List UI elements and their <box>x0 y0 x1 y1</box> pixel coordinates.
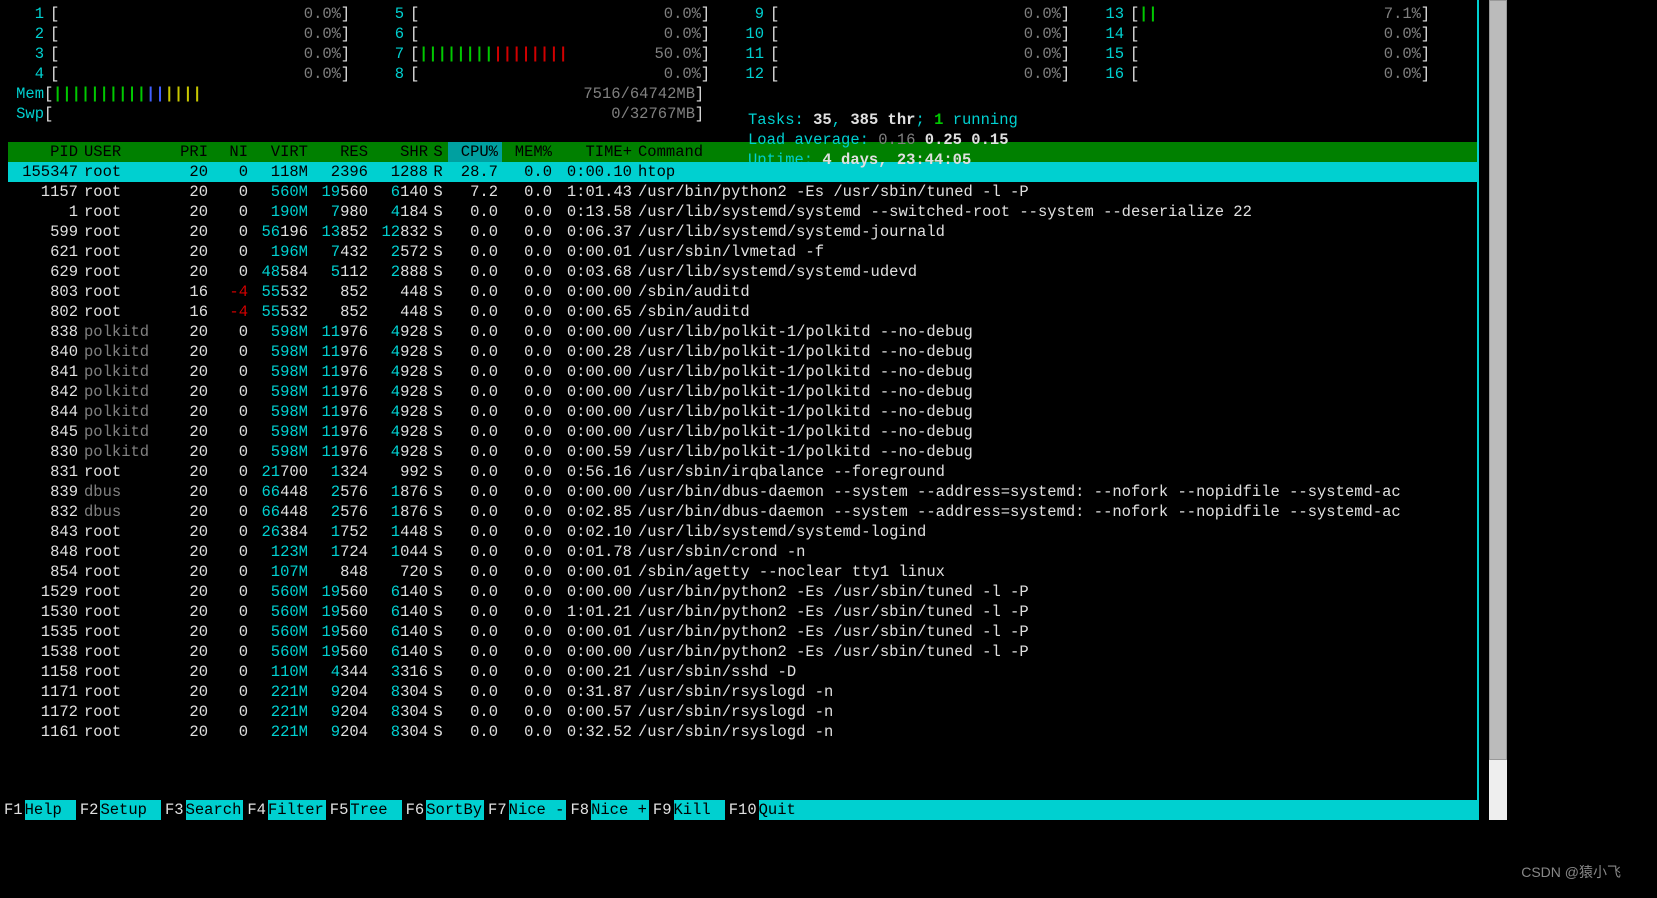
fkey-label-help[interactable]: Help <box>25 800 76 820</box>
mem-value: 7516/64742MB <box>583 84 695 104</box>
process-row[interactable]: 840polkitd200598M119764928S0.00.00:00.28… <box>8 342 1477 362</box>
fkey-F7: F7 <box>484 800 509 820</box>
fkey-label-nice[interactable]: Nice + <box>591 800 649 820</box>
swp-value: 0/32767MB <box>611 104 695 124</box>
fkey-label-nice[interactable]: Nice - <box>509 800 567 820</box>
cpu-meter-3: 3[0.0%] <box>8 44 368 64</box>
cpu-meter-12: 12[0.0%] <box>728 64 1088 84</box>
col-ni[interactable]: NI <box>208 142 248 162</box>
fkey-label-quit[interactable]: Quit <box>759 800 798 820</box>
process-row[interactable]: 621root200196M74322572S0.00.00:00.01/usr… <box>8 242 1477 262</box>
cpu-meter-15: 15[0.0%] <box>1088 44 1448 64</box>
cpu-meter-7: 7[||||||||||||||||50.0%] <box>368 44 728 64</box>
watermark: CSDN @猿小飞 <box>1521 862 1621 882</box>
process-row[interactable]: 842polkitd200598M119764928S0.00.00:00.00… <box>8 382 1477 402</box>
cpu-meter-9: 9[0.0%] <box>728 4 1088 24</box>
process-row[interactable]: 803root16-455532852448S0.00.00:00.00/sbi… <box>8 282 1477 302</box>
process-row[interactable]: 1161root200221M92048304S0.00.00:32.52/us… <box>8 722 1477 742</box>
fkey-F1: F1 <box>0 800 25 820</box>
process-row[interactable]: 1158root200110M43443316S0.00.00:00.21/us… <box>8 662 1477 682</box>
process-row[interactable]: 838polkitd200598M119764928S0.00.00:00.00… <box>8 322 1477 342</box>
cpu-meter-13: 13[||7.1%] <box>1088 4 1448 24</box>
cpu-meter-14: 14[0.0%] <box>1088 24 1448 44</box>
cpu-meter-5: 5[0.0%] <box>368 4 728 24</box>
process-row[interactable]: 845polkitd200598M119764928S0.00.00:00.00… <box>8 422 1477 442</box>
process-list[interactable]: 155347root200118M23961288R28.70.00:00.10… <box>8 162 1477 742</box>
fkey-label-search[interactable]: Search <box>186 800 244 820</box>
process-row[interactable]: 1529root200560M195606140S0.00.00:00.00/u… <box>8 582 1477 602</box>
memory-meter: Mem [ |||||||||||||||| 7516/64742MB ] <box>8 84 1477 104</box>
swp-bar: [ 0/32767MB ] <box>44 104 704 124</box>
process-row[interactable]: 1538root200560M195606140S0.00.00:00.00/u… <box>8 642 1477 662</box>
function-keys: F1HelpF2SetupF3SearchF4FilterF5TreeF6Sor… <box>0 800 1479 820</box>
fkey-label-filter[interactable]: Filter <box>268 800 326 820</box>
fkey-F3: F3 <box>161 800 186 820</box>
process-row[interactable]: 831root200217001324992S0.00.00:56.16/usr… <box>8 462 1477 482</box>
col-res[interactable]: RES <box>308 142 368 162</box>
fkey-F8: F8 <box>566 800 591 820</box>
col-time[interactable]: TIME+ <box>552 142 632 162</box>
process-row[interactable]: 155347root200118M23961288R28.70.00:00.10… <box>8 162 1477 182</box>
fkey-F10: F10 <box>725 800 759 820</box>
col-virt[interactable]: VIRT <box>248 142 308 162</box>
cpu-meter-2: 2[0.0%] <box>8 24 368 44</box>
cpu-meter-10: 10[0.0%] <box>728 24 1088 44</box>
process-row[interactable]: 848root200123M17241044S0.00.00:01.78/usr… <box>8 542 1477 562</box>
stats-block: Tasks: 35, 385 thr; 1 running Load avera… <box>748 110 1018 170</box>
fkey-F9: F9 <box>649 800 674 820</box>
uptime-line: Uptime: 4 days, 23:44:05 <box>748 150 1018 170</box>
fkey-label-tree[interactable]: Tree <box>350 800 401 820</box>
process-header[interactable]: PID USER PRI NI VIRT RES SHR S CPU% MEM%… <box>8 142 1477 162</box>
fkey-label-sortby[interactable]: SortBy <box>426 800 484 820</box>
load-line: Load average: 0.16 0.25 0.15 <box>748 130 1018 150</box>
process-row[interactable]: 830polkitd200598M119764928S0.00.00:00.59… <box>8 442 1477 462</box>
col-mem[interactable]: MEM% <box>502 142 552 162</box>
mem-bar: [ |||||||||||||||| 7516/64742MB ] <box>44 84 704 104</box>
cpu-meter-1: 1[0.0%] <box>8 4 368 24</box>
col-pri[interactable]: PRI <box>168 142 208 162</box>
process-row[interactable]: 599root200561961385212832S0.00.00:06.37/… <box>8 222 1477 242</box>
fkey-F2: F2 <box>76 800 101 820</box>
process-row[interactable]: 844polkitd200598M119764928S0.00.00:00.00… <box>8 402 1477 422</box>
process-row[interactable]: 1171root200221M92048304S0.00.00:31.87/us… <box>8 682 1477 702</box>
fkey-F5: F5 <box>326 800 351 820</box>
process-row[interactable]: 839dbus2006644825761876S0.00.00:00.00/us… <box>8 482 1477 502</box>
process-row[interactable]: 854root200107M848720S0.00.00:00.01/sbin/… <box>8 562 1477 582</box>
cpu-meter-16: 16[0.0%] <box>1088 64 1448 84</box>
tasks-line: Tasks: 35, 385 thr; 1 running <box>748 110 1018 130</box>
swap-meter: Swp [ 0/32767MB ] <box>8 104 1477 124</box>
fkey-label-kill[interactable]: Kill <box>674 800 725 820</box>
cpu-meter-8: 8[0.0%] <box>368 64 728 84</box>
process-row[interactable]: 629root2004858451122888S0.00.00:03.68/us… <box>8 262 1477 282</box>
cpu-meter-11: 11[0.0%] <box>728 44 1088 64</box>
htop-terminal: 1[0.0%]2[0.0%]3[0.0%]4[0.0%] 5[0.0%]6[0.0… <box>0 0 1479 820</box>
col-shr[interactable]: SHR <box>368 142 428 162</box>
process-row[interactable]: 843root2002638417521448S0.00.00:02.10/us… <box>8 522 1477 542</box>
process-row[interactable]: 802root16-455532852448S0.00.00:00.65/sbi… <box>8 302 1477 322</box>
cpu-meter-4: 4[0.0%] <box>8 64 368 84</box>
col-user[interactable]: USER <box>78 142 168 162</box>
fkey-label-setup[interactable]: Setup <box>100 800 161 820</box>
process-row[interactable]: 832dbus2006644825761876S0.00.00:02.85/us… <box>8 502 1477 522</box>
mem-label: Mem <box>8 84 44 104</box>
process-row[interactable]: 1root200190M79804184S0.00.00:13.58/usr/l… <box>8 202 1477 222</box>
process-row[interactable]: 1535root200560M195606140S0.00.00:00.01/u… <box>8 622 1477 642</box>
process-row[interactable]: 841polkitd200598M119764928S0.00.00:00.00… <box>8 362 1477 382</box>
col-pid[interactable]: PID <box>8 142 78 162</box>
cpu-meter-6: 6[0.0%] <box>368 24 728 44</box>
cpu-meters: 1[0.0%]2[0.0%]3[0.0%]4[0.0%] 5[0.0%]6[0.0… <box>8 4 1477 84</box>
process-row[interactable]: 1172root200221M92048304S0.00.00:00.57/us… <box>8 702 1477 722</box>
process-row[interactable]: 1530root200560M195606140S0.00.01:01.21/u… <box>8 602 1477 622</box>
col-s[interactable]: S <box>428 142 448 162</box>
swp-label: Swp <box>8 104 44 124</box>
fkey-F4: F4 <box>243 800 268 820</box>
process-row[interactable]: 1157root200560M195606140S7.20.01:01.43/u… <box>8 182 1477 202</box>
scrollbar-thumb[interactable] <box>1489 0 1507 760</box>
fkey-F6: F6 <box>402 800 427 820</box>
col-cpu[interactable]: CPU% <box>448 142 502 162</box>
